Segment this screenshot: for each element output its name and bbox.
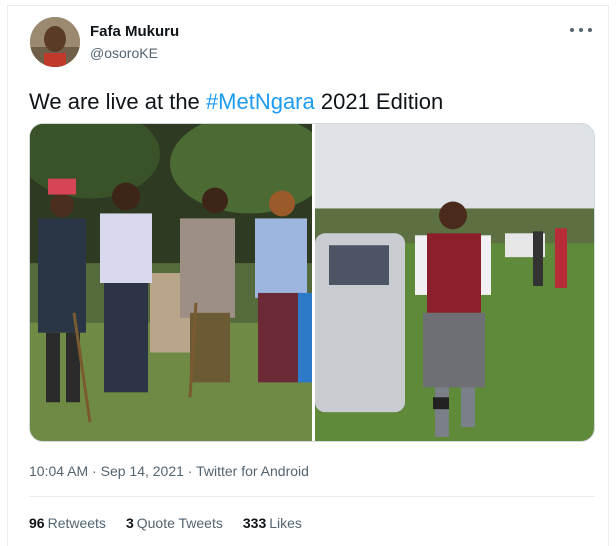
hashtag-link[interactable]: #MetNgara <box>206 89 315 114</box>
meta-separator: · <box>183 463 197 479</box>
user-handle[interactable]: @osoroKE <box>90 45 158 61</box>
tweet-text-end: 2021 Edition <box>314 89 444 114</box>
likes-stat[interactable]: 333 Likes <box>243 515 302 531</box>
quote-tweets-label: Quote Tweets <box>136 515 223 531</box>
tweet-text-start: We are live at the <box>29 89 206 114</box>
tweet-stats: 96 Retweets 3 Quote Tweets 333 Likes <box>29 515 302 531</box>
divider <box>29 496 595 497</box>
display-name[interactable]: Fafa Mukuru <box>90 23 179 40</box>
photo-left-image <box>30 124 312 441</box>
likes-count: 333 <box>242 515 267 531</box>
tweet-media[interactable] <box>29 123 595 442</box>
photo-right-image <box>315 124 594 441</box>
photo-student[interactable] <box>315 124 594 441</box>
quote-tweets-count: 3 <box>125 515 134 531</box>
more-horizontal-icon[interactable] <box>570 23 592 37</box>
avatar-image <box>30 17 80 67</box>
likes-label: Likes <box>269 515 302 531</box>
tweet-date[interactable]: Sep 14, 2021 <box>101 463 184 479</box>
retweets-stat[interactable]: 96 Retweets <box>29 515 106 531</box>
tweet-time[interactable]: 10:04 AM <box>29 463 88 479</box>
retweets-label: Retweets <box>47 515 106 531</box>
avatar[interactable] <box>30 17 80 67</box>
tweet-source[interactable]: Twitter for Android <box>196 463 309 479</box>
quote-tweets-stat[interactable]: 3 Quote Tweets <box>126 515 223 531</box>
retweets-count: 96 <box>29 515 45 531</box>
photo-group-men[interactable] <box>30 124 312 441</box>
meta-separator: · <box>88 463 101 479</box>
tweet-meta: 10:04 AM · Sep 14, 2021 · Twitter for An… <box>29 463 309 479</box>
tweet-text: We are live at the #MetNgara 2021 Editio… <box>29 89 443 115</box>
tweet-card: Fafa Mukuru @osoroKE We are live at the … <box>7 5 609 546</box>
